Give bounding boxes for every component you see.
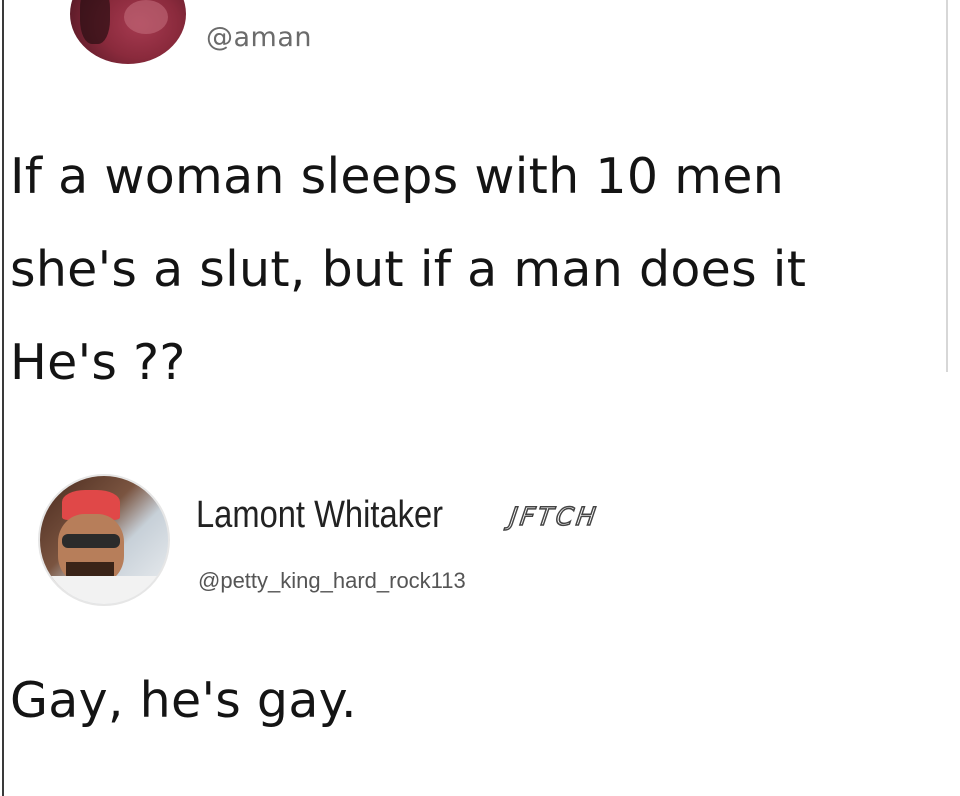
avatar-shirt xyxy=(40,576,168,604)
reply-avatar-icon[interactable] xyxy=(38,474,170,606)
watermark-text: JFTCH xyxy=(507,501,601,532)
reply-handle[interactable]: @petty_king_hard_rock113 xyxy=(198,568,466,594)
original-tweet-text: If a woman sleeps with 10 men she's a sl… xyxy=(10,130,950,409)
original-tweet-avatar-icon[interactable] xyxy=(70,0,186,64)
avatar-highlight xyxy=(124,0,168,34)
avatar-shadow xyxy=(80,0,110,44)
original-tweet-handle[interactable]: @aman xyxy=(206,22,312,53)
screenshot-page: @aman If a woman sleeps with 10 men she'… xyxy=(0,0,960,796)
tweet-text-line: He's ?? xyxy=(10,334,186,391)
original-tweet[interactable]: @aman If a woman sleeps with 10 men she'… xyxy=(0,0,960,420)
tweet-text-line: If a woman sleeps with 10 men xyxy=(10,148,785,205)
tweet-text-line: she's a slut, but if a man does it xyxy=(10,241,807,298)
reply-tweet[interactable]: Lamont Whitaker JFTCH @petty_king_hard_r… xyxy=(0,460,960,796)
reply-display-name[interactable]: Lamont Whitaker xyxy=(196,494,443,537)
reply-text: Gay, he's gay. xyxy=(10,672,357,729)
avatar-glasses xyxy=(62,534,120,548)
